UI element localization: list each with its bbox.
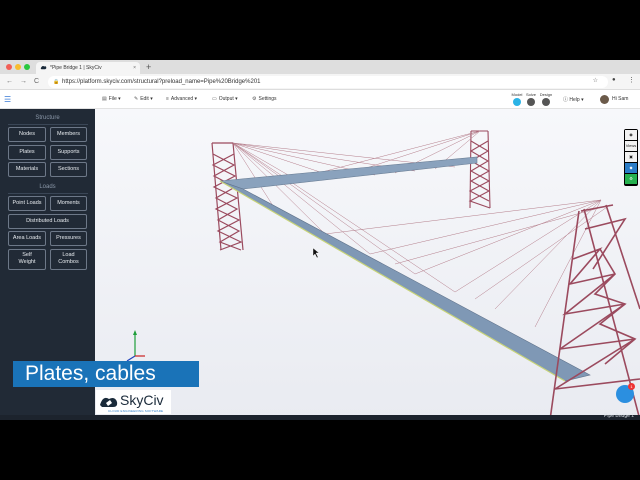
views-button[interactable]: Views [625,141,637,151]
settings-menu-label: Settings [258,96,277,102]
bookmark-star-icon[interactable]: ☆ [593,77,598,84]
hamburger-menu-icon[interactable]: ☰ [4,95,11,104]
sections-button[interactable]: Sections [50,162,87,177]
mode-solve[interactable]: Solve [524,92,538,106]
axis-triad-icon [126,330,145,362]
back-icon[interactable]: ← [6,77,13,87]
maximize-window-button[interactable] [24,64,30,70]
mode-design-label: Design [539,92,553,97]
app-toolbar: ☰ ▤ File ▾ ✎ Edit ▾ ≡ Advanced ▾ ▭ Output ▾ … [0,91,640,109]
monitor-icon: ▭ [212,96,217,102]
design-mode-icon [542,98,550,106]
profile-icon[interactable]: ● [612,77,622,87]
browser-tab[interactable]: *Pipe Bridge 1 | SkyCiv × [36,62,140,74]
chat-badge: 1 [628,383,635,390]
supports-button[interactable]: Supports [50,145,87,160]
members-button[interactable]: Members [50,127,87,142]
help-label: Help [569,97,580,103]
self-weight-label-line1: Self [22,252,32,258]
distributed-loads-button[interactable]: Distributed Loads [8,214,87,229]
minimize-window-button[interactable] [15,64,21,70]
status-file-name: Pipe Bridge 1* [604,413,636,419]
camera-icon[interactable]: ▣ [625,152,637,162]
solve-mode-icon [527,98,535,106]
materials-button[interactable]: Materials [8,162,46,177]
help-menu[interactable]: ⓘ Help ▾ [563,96,584,103]
new-tab-button[interactable]: + [146,61,151,73]
video-caption: Plates, cables [13,361,199,387]
edit-menu-label: Edit [140,96,149,102]
model-mode-icon [513,98,521,106]
brand-tagline: CLOUD ENGINEERING SOFTWARE [108,409,164,413]
skyciv-favicon-icon [40,66,47,70]
mouse-cursor-icon [312,247,320,259]
address-bar-row: ← → C 🔒 https://platform.skyciv.com/stru… [0,74,640,90]
lock-icon: 🔒 [53,79,60,85]
reload-icon[interactable]: C [34,77,39,87]
far-right-tower[interactable] [468,130,491,209]
self-weight-button[interactable]: Self Weight [8,249,46,270]
mode-design[interactable]: Design [539,92,553,106]
user-greeting[interactable]: Hi Sam [612,96,628,102]
eye-icon[interactable]: ◉ [625,130,637,140]
settings-icon[interactable]: ⚙ [625,174,637,184]
view-toolbar: ◉ Views ▣ ◆ ⚙ [624,129,638,186]
browser-menu-icon[interactable]: ⋮ [628,76,635,84]
divider [8,124,88,125]
moments-button[interactable]: Moments [50,196,87,211]
edit-menu[interactable]: ✎ Edit ▾ [134,96,153,102]
load-combos-button[interactable]: Load Combos [50,249,87,270]
settings-menu[interactable]: ⚙ Settings [252,96,277,102]
structure-section-title: Structure [35,115,60,121]
url-text: https://platform.skyciv.com/structural?p… [62,79,261,85]
skyciv-logo-icon [100,397,118,407]
loads-section-title: Loads [39,184,56,190]
output-menu[interactable]: ▭ Output ▾ [212,96,238,102]
main-deck-plate[interactable] [219,180,591,382]
url-field[interactable]: 🔒 https://platform.skyciv.com/structural… [48,76,608,88]
status-bar [0,415,640,420]
brand-name: SkyCiv [120,392,164,408]
layers-icon[interactable]: ◆ [625,163,637,173]
nodes-button[interactable]: Nodes [8,127,46,142]
load-combos-label-line2: Combos [58,259,79,265]
skyciv-logo: SkyCiv CLOUD ENGINEERING SOFTWARE [96,390,171,414]
point-loads-button[interactable]: Point Loads [8,196,46,211]
divider [8,193,88,194]
browser-titlebar: *Pipe Bridge 1 | SkyCiv × + [0,60,640,74]
mode-model-label: Model [511,92,523,97]
file-menu[interactable]: ▤ File ▾ [102,96,121,102]
tab-close-icon[interactable]: × [133,65,136,71]
advanced-icon: ≡ [166,96,169,102]
left-tower[interactable] [211,142,244,251]
plates-button[interactable]: Plates [8,145,46,160]
avatar[interactable] [600,95,609,104]
mode-solve-label: Solve [525,92,536,97]
load-combos-label-line1: Load [62,252,75,258]
pressures-button[interactable]: Pressures [50,231,87,246]
output-menu-label: Output [218,96,234,102]
screen-frame: *Pipe Bridge 1 | SkyCiv × + ← → C 🔒 http… [0,60,640,420]
self-weight-label-line2: Weight [18,259,36,265]
tab-title: *Pipe Bridge 1 | SkyCiv [50,65,102,71]
forward-icon[interactable]: → [20,77,27,87]
close-window-button[interactable] [6,64,12,70]
advanced-menu[interactable]: ≡ Advanced ▾ [166,96,197,102]
mode-model[interactable]: Model [510,92,524,106]
file-icon: ▤ [102,96,107,102]
file-menu-label: File [108,96,117,102]
area-loads-button[interactable]: Area Loads [8,231,46,246]
edit-icon: ✎ [134,96,139,102]
advanced-menu-label: Advanced [170,96,194,102]
gear-icon: ⚙ [252,96,257,102]
far-deck-plate[interactable] [219,156,478,190]
help-icon: ⓘ [563,97,569,103]
